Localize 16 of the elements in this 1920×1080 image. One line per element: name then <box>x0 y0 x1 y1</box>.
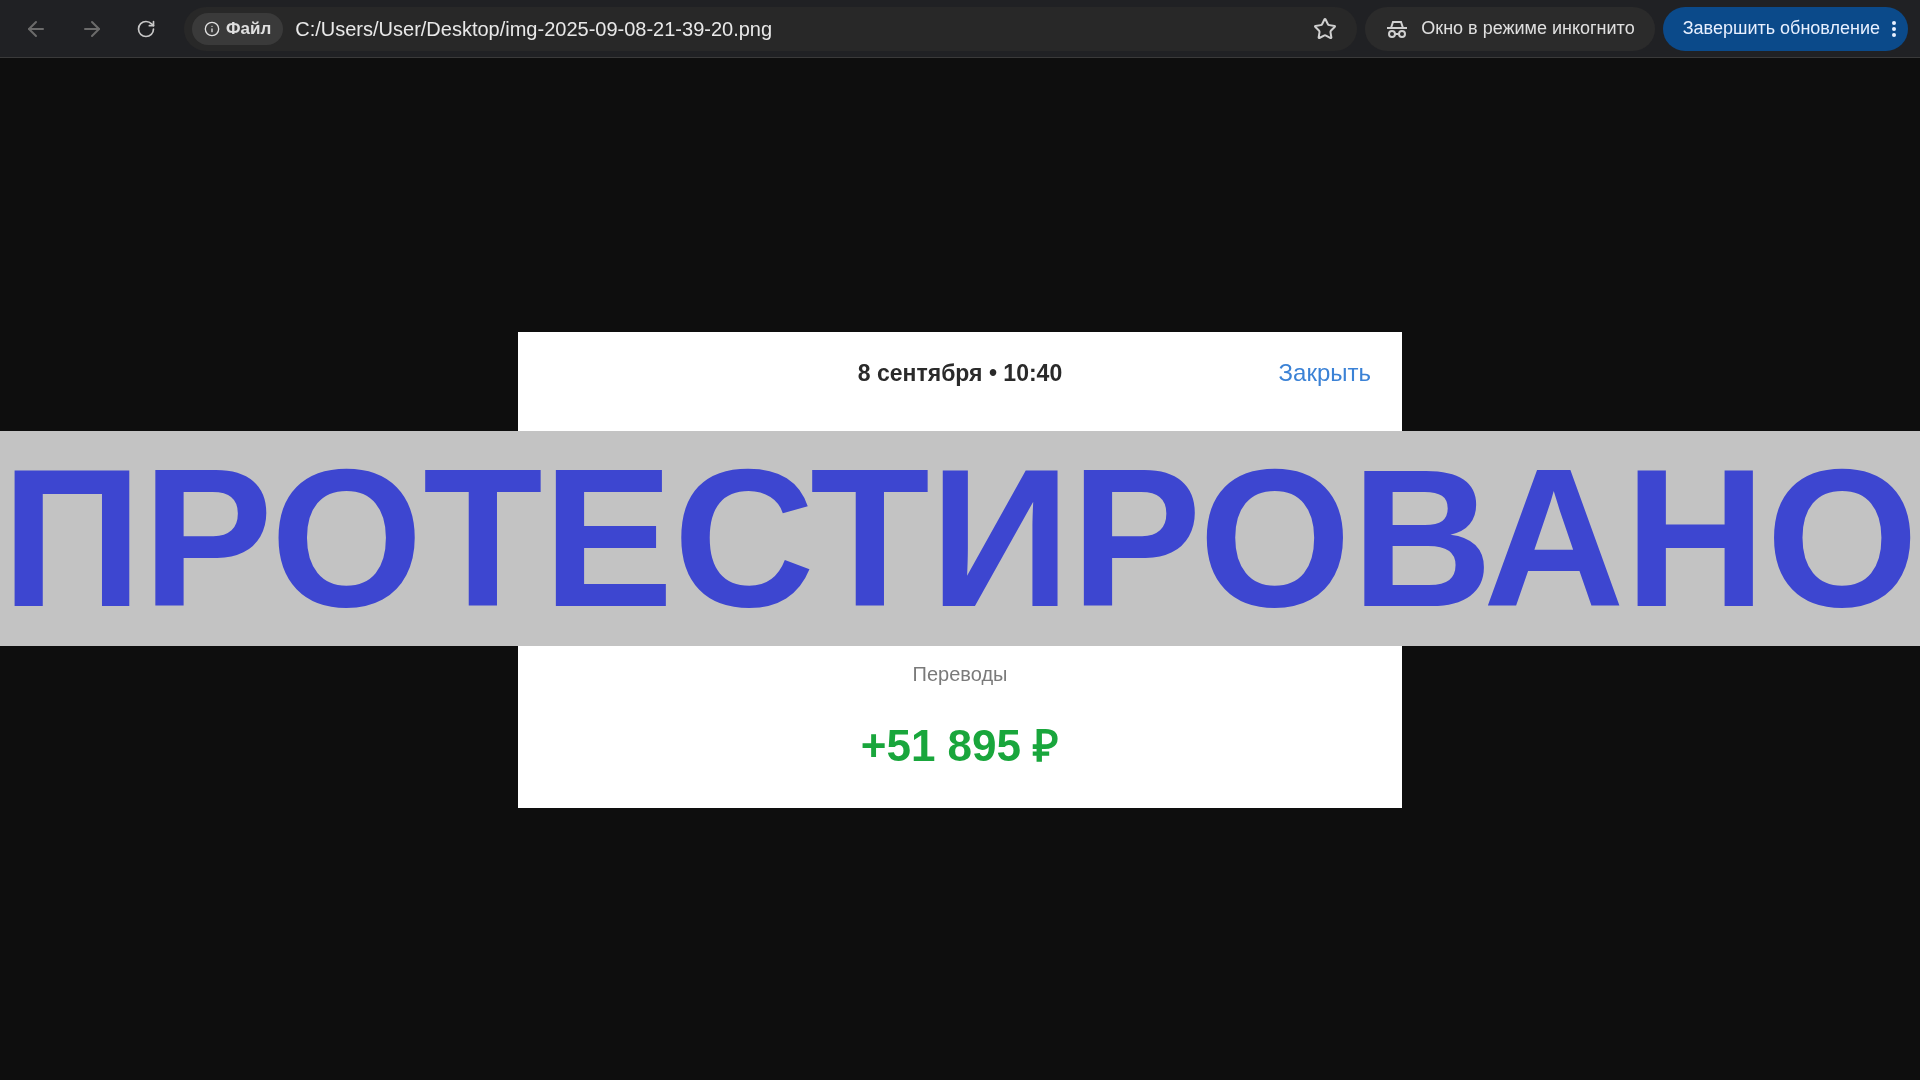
category-label: Переводы <box>912 662 1008 687</box>
banner-text: ПРОТЕСТИРОВАНО <box>1 440 1919 637</box>
date-time: 8 сентября • 10:40 <box>857 358 1063 388</box>
address-text: C:/Users/User/Desktop/img-2025-09-08-21-39-20.png <box>295 16 774 42</box>
reload-icon[interactable] <box>136 18 156 39</box>
finish-update-button[interactable]: Завершить обновление <box>1662 6 1908 51</box>
amount: +51 895 ₽ <box>860 720 1060 772</box>
security-label: Файл <box>226 17 272 40</box>
info-icon <box>204 20 220 37</box>
bookmark-star-icon[interactable] <box>1313 16 1338 41</box>
incognito-chip[interactable]: Окно в режиме инкогнито <box>1365 6 1655 51</box>
security-chip[interactable]: Файл <box>192 12 284 45</box>
close-link[interactable]: Закрыть <box>1278 355 1371 391</box>
incognito-label: Окно в режиме инкогнито <box>1421 17 1635 40</box>
more-icon <box>1892 20 1896 37</box>
address-bar[interactable]: Файл C:/Users/User/Desktop/img-2025-09-08-21-39-20.png <box>184 6 1358 51</box>
